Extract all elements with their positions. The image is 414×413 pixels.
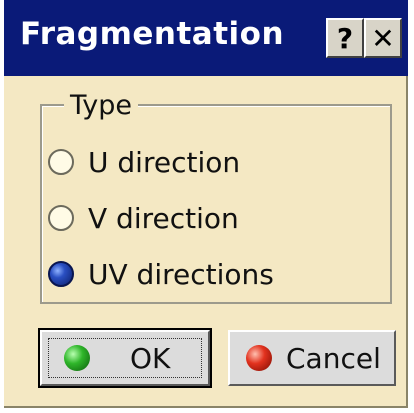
title-bar[interactable]: Fragmentation ? ✕: [4, 0, 408, 76]
ok-button[interactable]: OK: [38, 328, 212, 388]
cancel-button[interactable]: Cancel: [228, 330, 396, 386]
cancel-button-label: Cancel: [286, 341, 381, 375]
help-icon: ?: [336, 21, 354, 55]
dialog-title: Fragmentation: [20, 16, 285, 52]
focus-rectangle: [48, 338, 202, 378]
radio-button-icon[interactable]: [48, 205, 74, 231]
close-icon: ✕: [371, 21, 395, 55]
radio-uv-directions[interactable]: UV directions: [48, 254, 274, 294]
radio-label-u-direction: U direction: [88, 145, 241, 179]
help-button[interactable]: ?: [326, 18, 364, 58]
radio-v-direction[interactable]: V direction: [48, 198, 239, 238]
radio-button-selected-icon[interactable]: [48, 261, 74, 287]
radio-label-v-direction: V direction: [88, 201, 239, 235]
radio-button-icon[interactable]: [48, 149, 74, 175]
type-group-legend: Type: [64, 90, 139, 121]
radio-label-uv-directions: UV directions: [88, 257, 274, 291]
radio-u-direction[interactable]: U direction: [48, 142, 240, 182]
cancel-red-ball-icon: [246, 345, 272, 371]
close-button[interactable]: ✕: [364, 18, 402, 58]
